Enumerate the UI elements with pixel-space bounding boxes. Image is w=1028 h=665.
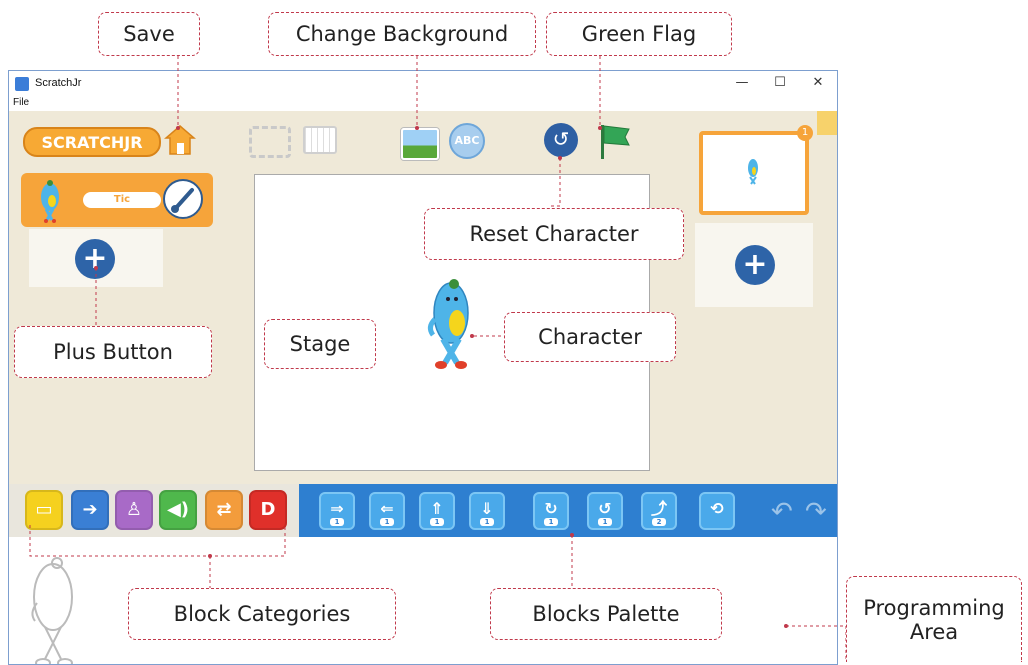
callout-programming-area-line2: Area [909,619,959,644]
callout-plus-button: Plus Button [14,326,212,378]
callout-reset-character: Reset Character [424,208,684,260]
callout-programming-area-line1: Programming [863,595,1005,620]
anchor-dot [208,554,212,558]
callout-block-categories: Block Categories [128,588,396,640]
callout-change-background: Change Background [268,12,536,56]
anchor-dot [415,126,419,130]
callout-save: Save [98,12,200,56]
anchor-dot [598,126,602,130]
callout-stage: Stage [264,319,376,369]
anchor-dot [558,156,562,160]
anchor-dot [470,334,474,338]
callout-green-flag: Green Flag [546,12,732,56]
callout-blocks-palette: Blocks Palette [490,588,722,640]
anchor-dot [784,624,788,628]
callout-character: Character [504,312,676,362]
anchor-dot [94,266,98,270]
anchor-dot [570,533,574,537]
callout-programming-area: Programming Area [846,576,1022,662]
anchor-dot [176,126,180,130]
